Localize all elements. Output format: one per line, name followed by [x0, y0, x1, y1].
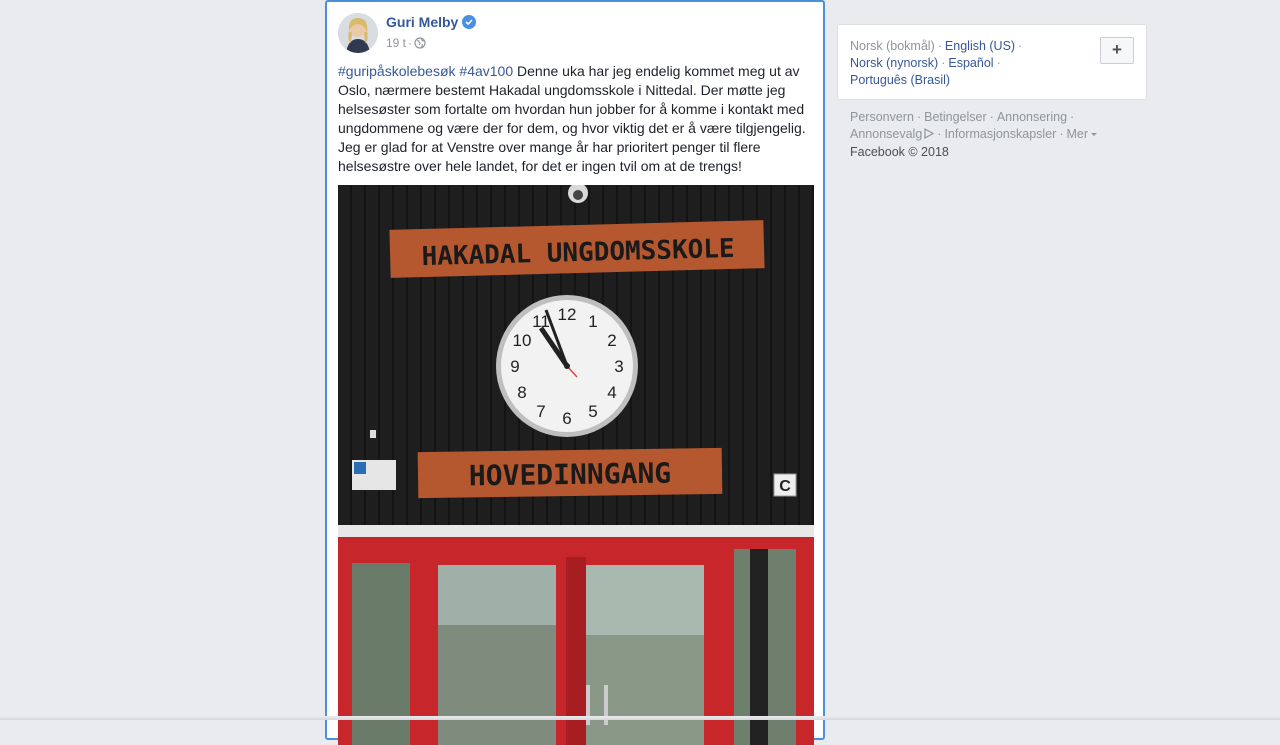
door-label-text: C — [779, 478, 791, 495]
current-language: Norsk (bokmål) — [850, 39, 935, 53]
clock-numeral: 5 — [588, 402, 597, 421]
language-option[interactable]: Português (Brasil) — [850, 73, 950, 87]
language-option[interactable]: Norsk (nynorsk) — [850, 56, 938, 70]
copyright: Facebook © 2018 — [850, 145, 949, 159]
clock-numeral: 3 — [614, 357, 623, 376]
footer-link-more[interactable]: Mer — [1066, 127, 1088, 141]
language-selector: Norsk (bokmål) · English (US) · Norsk (nyno… — [837, 24, 1147, 100]
separator: · — [1018, 39, 1023, 53]
post-photo[interactable]: HAKADAL UNGDOMSSKOLE 12 1 2 3 4 5 6 7 8 9 10 11 HOV… — [338, 185, 814, 745]
globe-icon[interactable] — [414, 37, 426, 49]
language-option[interactable]: English (US) — [945, 39, 1015, 53]
post-card: Guri Melby 19 t · #guripåskolebesøk #4av1… — [325, 0, 825, 745]
post-meta: 19 t · — [386, 36, 426, 50]
hashtag-link[interactable]: #guripåskolebesøk — [338, 63, 456, 79]
add-language-button[interactable]: + — [1100, 37, 1134, 64]
footer-link-terms[interactable]: Betingelser — [924, 110, 987, 124]
separator: · — [1070, 110, 1075, 124]
separator: · — [937, 127, 942, 141]
separator: · — [1059, 127, 1064, 141]
footer-link-cookies[interactable]: Informasjonskapsler — [944, 127, 1056, 141]
hashtag-link[interactable]: #4av100 — [459, 63, 513, 79]
clock-numeral: 8 — [517, 383, 526, 402]
clock-numeral: 1 — [588, 312, 597, 331]
footer-link-privacy[interactable]: Personvern — [850, 110, 914, 124]
footer-link-adchoices[interactable]: Annonsevalg — [850, 127, 922, 141]
post-header: Guri Melby 19 t · — [338, 13, 808, 57]
adchoices-icon — [924, 127, 935, 144]
clock-numeral: 6 — [562, 409, 571, 428]
caret-down-icon — [1091, 133, 1098, 136]
footer-link-advertising[interactable]: Annonsering — [997, 110, 1067, 124]
avatar[interactable] — [338, 13, 378, 53]
clock-numeral: 9 — [510, 357, 519, 376]
clock-numeral: 10 — [513, 331, 532, 350]
post-body: Denne uka har jeg endelig kommet meg ut … — [338, 63, 806, 174]
separator: · — [989, 110, 994, 124]
language-option[interactable]: Español — [948, 56, 993, 70]
post-text: #guripåskolebesøk #4av100 Denne uka har … — [338, 62, 814, 176]
author-name[interactable]: Guri Melby — [386, 14, 477, 30]
separator: · — [996, 56, 1001, 70]
verified-badge-icon — [462, 15, 477, 29]
sign-bottom-text: HOVEDINNGANG — [469, 457, 672, 493]
clock-numeral: 4 — [607, 383, 616, 402]
clock-numeral: 7 — [536, 402, 545, 421]
post-timestamp[interactable]: 19 t — [386, 36, 406, 50]
separator: · — [916, 110, 922, 124]
bottom-shadow — [0, 716, 1280, 720]
clock-numeral: 2 — [607, 331, 616, 350]
separator: · — [937, 39, 942, 53]
author-name-label[interactable]: Guri Melby — [386, 14, 458, 30]
footer-links: Personvern · Betingelser · Annonsering · Anno… — [850, 109, 1150, 161]
meta-separator: · — [408, 36, 413, 50]
language-list: Norsk (bokmål) · English (US) · Norsk (nyno… — [850, 38, 1080, 89]
clock-numeral: 12 — [558, 305, 577, 324]
separator: · — [941, 56, 946, 70]
